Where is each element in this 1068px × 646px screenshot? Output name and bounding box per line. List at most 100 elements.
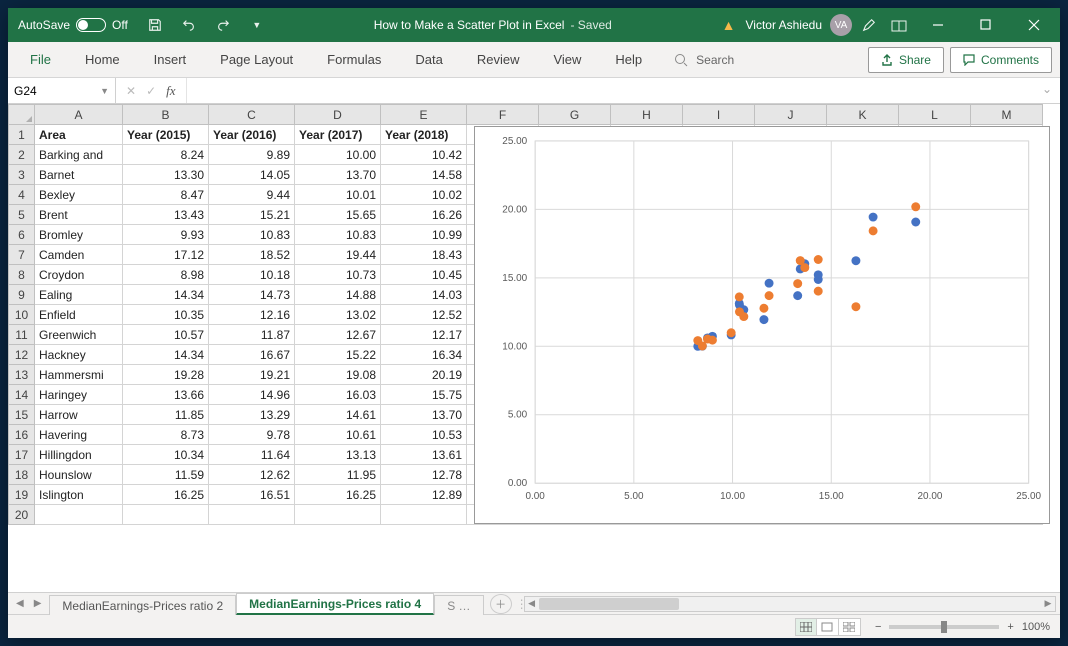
cell-C16[interactable]: 9.78 xyxy=(209,425,295,445)
cell-A16[interactable]: Havering xyxy=(35,425,123,445)
col-header-K[interactable]: K xyxy=(827,105,899,125)
row-header-3[interactable]: 3 xyxy=(9,165,35,185)
sheet-tab-overflow[interactable]: S … xyxy=(434,595,483,615)
cell-E18[interactable]: 12.78 xyxy=(381,465,467,485)
col-header-M[interactable]: M xyxy=(971,105,1043,125)
cell-B16[interactable]: 8.73 xyxy=(123,425,209,445)
cell-C10[interactable]: 12.16 xyxy=(209,305,295,325)
cell-A17[interactable]: Hillingdon xyxy=(35,445,123,465)
user-avatar[interactable]: VA xyxy=(830,14,852,36)
row-header-17[interactable]: 17 xyxy=(9,445,35,465)
sheet-nav-prev-icon[interactable]: ◀ xyxy=(16,598,24,609)
cell-D17[interactable]: 13.13 xyxy=(295,445,381,465)
cell-B9[interactable]: 14.34 xyxy=(123,285,209,305)
cell-A3[interactable]: Barnet xyxy=(35,165,123,185)
tab-help[interactable]: Help xyxy=(601,44,656,75)
cell-B6[interactable]: 9.93 xyxy=(123,225,209,245)
cell-B10[interactable]: 10.35 xyxy=(123,305,209,325)
row-header-18[interactable]: 18 xyxy=(9,465,35,485)
row-header-7[interactable]: 7 xyxy=(9,245,35,265)
row-header-8[interactable]: 8 xyxy=(9,265,35,285)
cell-E11[interactable]: 12.17 xyxy=(381,325,467,345)
cell-B14[interactable]: 13.66 xyxy=(123,385,209,405)
accept-formula-icon[interactable]: ✓ xyxy=(146,84,156,98)
cell-A8[interactable]: Croydon xyxy=(35,265,123,285)
cell-C1[interactable]: Year (2016) xyxy=(209,125,295,145)
scatter-chart[interactable]: 0.005.0010.0015.0020.0025.000.005.0010.0… xyxy=(474,126,1050,524)
save-icon[interactable] xyxy=(142,18,168,33)
row-header-20[interactable]: 20 xyxy=(9,505,35,525)
row-header-4[interactable]: 4 xyxy=(9,185,35,205)
cell-A12[interactable]: Hackney xyxy=(35,345,123,365)
cell-A18[interactable]: Hounslow xyxy=(35,465,123,485)
col-header-I[interactable]: I xyxy=(683,105,755,125)
cell-E6[interactable]: 10.99 xyxy=(381,225,467,245)
row-header-10[interactable]: 10 xyxy=(9,305,35,325)
cell-C19[interactable]: 16.51 xyxy=(209,485,295,505)
cell-E5[interactable]: 16.26 xyxy=(381,205,467,225)
cell-C4[interactable]: 9.44 xyxy=(209,185,295,205)
close-button[interactable] xyxy=(1012,8,1056,42)
cell-C15[interactable]: 13.29 xyxy=(209,405,295,425)
cell-C20[interactable] xyxy=(209,505,295,525)
cell-A14[interactable]: Haringey xyxy=(35,385,123,405)
qat-customize-icon[interactable]: ▼ xyxy=(244,20,270,30)
row-header-15[interactable]: 15 xyxy=(9,405,35,425)
minimize-button[interactable] xyxy=(916,8,960,42)
cell-D12[interactable]: 15.22 xyxy=(295,345,381,365)
cell-C5[interactable]: 15.21 xyxy=(209,205,295,225)
cell-A13[interactable]: Hammersmi xyxy=(35,365,123,385)
cell-E16[interactable]: 10.53 xyxy=(381,425,467,445)
new-sheet-button[interactable]: ＋ xyxy=(490,594,512,614)
cell-D15[interactable]: 14.61 xyxy=(295,405,381,425)
cell-E9[interactable]: 14.03 xyxy=(381,285,467,305)
cell-D14[interactable]: 16.03 xyxy=(295,385,381,405)
sheet-nav-next-icon[interactable]: ▶ xyxy=(34,598,42,609)
col-header-L[interactable]: L xyxy=(899,105,971,125)
zoom-control[interactable]: − + 100% xyxy=(875,621,1050,633)
cell-E14[interactable]: 15.75 xyxy=(381,385,467,405)
share-button[interactable]: Share xyxy=(868,47,944,73)
view-normal-button[interactable] xyxy=(795,618,817,636)
cell-A2[interactable]: Barking and xyxy=(35,145,123,165)
tab-page-layout[interactable]: Page Layout xyxy=(206,44,307,75)
cell-B19[interactable]: 16.25 xyxy=(123,485,209,505)
cell-D9[interactable]: 14.88 xyxy=(295,285,381,305)
cell-E1[interactable]: Year (2018) xyxy=(381,125,467,145)
cell-D10[interactable]: 13.02 xyxy=(295,305,381,325)
cell-E19[interactable]: 12.89 xyxy=(381,485,467,505)
cell-E2[interactable]: 10.42 xyxy=(381,145,467,165)
tab-insert[interactable]: Insert xyxy=(140,44,201,75)
cell-D5[interactable]: 15.65 xyxy=(295,205,381,225)
cell-E20[interactable] xyxy=(381,505,467,525)
cell-A20[interactable] xyxy=(35,505,123,525)
cell-E17[interactable]: 13.61 xyxy=(381,445,467,465)
cell-D18[interactable]: 11.95 xyxy=(295,465,381,485)
cell-D4[interactable]: 10.01 xyxy=(295,185,381,205)
cell-A7[interactable]: Camden xyxy=(35,245,123,265)
cell-E4[interactable]: 10.02 xyxy=(381,185,467,205)
select-all-corner[interactable] xyxy=(9,105,35,125)
cell-B3[interactable]: 13.30 xyxy=(123,165,209,185)
cell-A10[interactable]: Enfield xyxy=(35,305,123,325)
cell-D2[interactable]: 10.00 xyxy=(295,145,381,165)
cell-D3[interactable]: 13.70 xyxy=(295,165,381,185)
cell-E12[interactable]: 16.34 xyxy=(381,345,467,365)
row-header-9[interactable]: 9 xyxy=(9,285,35,305)
horizontal-scrollbar[interactable]: ◀ ▶ xyxy=(524,596,1056,612)
col-header-E[interactable]: E xyxy=(381,105,467,125)
scroll-left-icon[interactable]: ◀ xyxy=(525,598,539,609)
cell-E7[interactable]: 18.43 xyxy=(381,245,467,265)
expand-formula-icon[interactable]: ⌄ xyxy=(1034,78,1060,103)
cell-B4[interactable]: 8.47 xyxy=(123,185,209,205)
view-page-layout-button[interactable] xyxy=(817,618,839,636)
cell-C17[interactable]: 11.64 xyxy=(209,445,295,465)
col-header-G[interactable]: G xyxy=(539,105,611,125)
col-header-A[interactable]: A xyxy=(35,105,123,125)
col-header-C[interactable]: C xyxy=(209,105,295,125)
formula-input[interactable] xyxy=(187,78,1034,103)
cell-D20[interactable] xyxy=(295,505,381,525)
cell-A5[interactable]: Brent xyxy=(35,205,123,225)
fx-icon[interactable]: fx xyxy=(166,83,175,99)
scroll-thumb[interactable] xyxy=(539,598,679,610)
